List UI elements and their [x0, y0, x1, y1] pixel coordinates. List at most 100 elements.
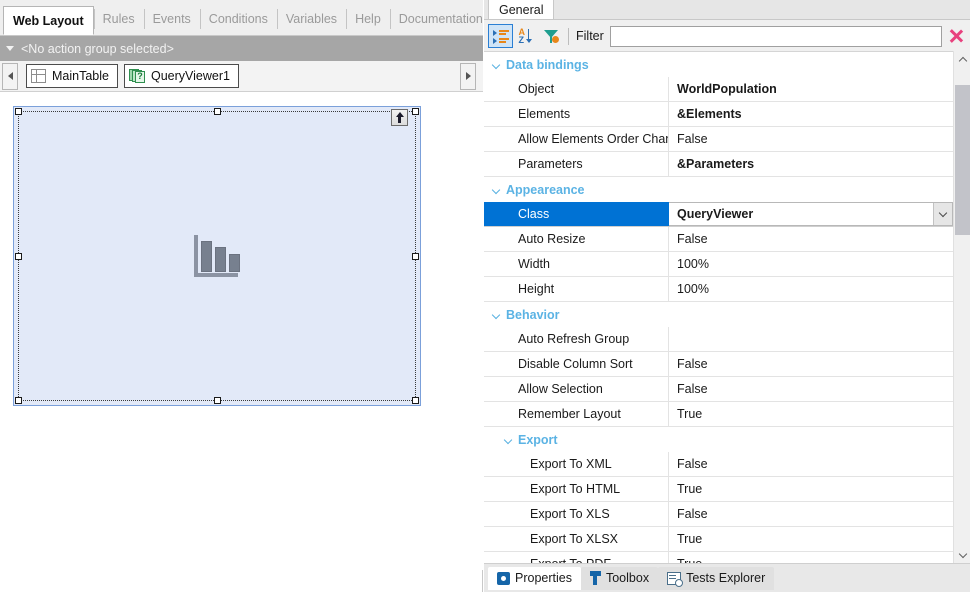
scroll-down-button[interactable] — [954, 546, 970, 563]
alphabetical-sort-icon: AZ — [518, 28, 534, 45]
properties-tab-general[interactable]: General — [488, 0, 555, 19]
alphabetical-sort-button[interactable]: AZ — [513, 24, 538, 48]
property-row[interactable]: Elements &Elements — [484, 102, 953, 127]
resize-handle-bottom-right[interactable] — [412, 397, 419, 404]
right-arrow-icon — [465, 72, 471, 80]
chevron-expanded-icon — [505, 436, 513, 444]
property-value-text: False — [677, 507, 708, 521]
property-grid-scrollbar[interactable] — [953, 51, 970, 563]
design-canvas[interactable] — [0, 92, 483, 570]
property-value[interactable]: &Elements — [669, 102, 953, 126]
property-value-text: WorldPopulation — [677, 82, 777, 96]
property-row[interactable]: Export To XLS False — [484, 502, 953, 527]
property-category-data-bindings[interactable]: Data bindings — [484, 52, 953, 77]
editor-tab-label: Help — [355, 12, 381, 26]
property-category-behavior[interactable]: Behavior — [484, 302, 953, 327]
property-category-export[interactable]: Export — [484, 427, 953, 452]
property-row[interactable]: Class QueryViewer — [484, 202, 953, 227]
property-category-appeareance[interactable]: Appeareance — [484, 177, 953, 202]
scroll-up-button[interactable] — [954, 51, 970, 68]
filter-label: Filter — [576, 29, 604, 43]
property-row[interactable]: Remember Layout True — [484, 402, 953, 427]
property-value[interactable]: False — [669, 452, 953, 476]
filter-toggle-button[interactable] — [538, 24, 563, 48]
element-chip-queryviewer1[interactable]: ? QueryViewer1 — [123, 64, 239, 88]
property-row[interactable]: Export To PDFTrue — [484, 552, 953, 563]
property-value[interactable]: QueryViewer — [669, 202, 953, 226]
property-row[interactable]: Export To XLSX True — [484, 527, 953, 552]
action-group-bar[interactable]: <No action group selected> — [0, 36, 483, 61]
property-value[interactable] — [669, 327, 953, 351]
editor-tab-variables[interactable]: Variables — [276, 6, 346, 32]
property-value[interactable]: False — [669, 502, 953, 526]
queryviewer-icon: ? — [128, 68, 145, 84]
property-value[interactable]: True — [669, 552, 953, 563]
property-row[interactable]: Allow Selection False — [484, 377, 953, 402]
editor-tab-conditions[interactable]: Conditions — [199, 6, 277, 32]
filter-input[interactable] — [609, 25, 942, 47]
property-value-dropdown-button[interactable] — [933, 203, 952, 225]
editor-tab-web-layout[interactable]: Web Layout — [3, 6, 94, 35]
property-value[interactable]: True — [669, 402, 953, 426]
property-value[interactable]: True — [669, 477, 953, 501]
resize-handle-bottom-left[interactable] — [15, 397, 22, 404]
dock-tab-label: Tests Explorer — [686, 571, 766, 585]
property-value[interactable]: &Parameters — [669, 152, 953, 176]
element-chip-maintable[interactable]: MainTable — [26, 64, 118, 88]
property-value[interactable]: False — [669, 352, 953, 376]
property-category-label: Data bindings — [506, 57, 589, 72]
dock-tab-toolbox[interactable]: Toolbox — [580, 566, 659, 590]
property-value[interactable]: False — [669, 127, 953, 151]
editor-tab-documentation[interactable]: Documentation — [389, 6, 492, 32]
resize-handle-middle-left[interactable] — [15, 252, 22, 260]
property-value[interactable]: False — [669, 377, 953, 401]
property-row[interactable]: Auto Resize False — [484, 227, 953, 252]
categorized-view-button[interactable] — [488, 24, 513, 48]
dock-tab-properties[interactable]: Properties — [488, 566, 581, 590]
editor-tab-events[interactable]: Events — [143, 6, 200, 32]
property-grid[interactable]: Data bindings Object WorldPopulation Elemen… — [484, 51, 970, 563]
dock-tab-tests-explorer[interactable]: Tests Explorer — [658, 566, 775, 590]
property-value[interactable]: False — [669, 227, 953, 251]
property-name: Class — [484, 202, 669, 226]
property-name: Object — [484, 77, 669, 101]
property-row[interactable]: Parameters &Parameters — [484, 152, 953, 177]
properties-toolbar: AZ Filter — [484, 21, 970, 51]
property-row[interactable]: Height 100% — [484, 277, 953, 302]
nav-scroll-right-button[interactable] — [460, 62, 476, 90]
property-row[interactable]: Export To HTML True — [484, 477, 953, 502]
chevron-expanded-icon — [493, 61, 501, 69]
editor-tab-help[interactable]: Help — [346, 6, 390, 32]
property-row[interactable]: Auto Refresh Group — [484, 327, 953, 352]
property-row[interactable]: Export To XML False — [484, 452, 953, 477]
editor-tab-rules[interactable]: Rules — [93, 6, 144, 32]
property-value[interactable]: True — [669, 527, 953, 551]
chevron-down-icon — [938, 208, 948, 217]
property-name: Export To XLSX — [484, 527, 669, 551]
property-value[interactable]: WorldPopulation — [669, 77, 953, 101]
close-panel-button[interactable] — [942, 23, 970, 49]
property-row[interactable]: Object WorldPopulation — [484, 77, 953, 102]
property-name: Elements — [484, 102, 669, 126]
property-value[interactable]: 100% — [669, 252, 953, 276]
property-row[interactable]: Allow Elements Order Chang False — [484, 127, 953, 152]
nav-scroll-left-button[interactable] — [2, 62, 18, 90]
resize-handle-top-right[interactable] — [412, 108, 419, 115]
properties-tab-label: General — [499, 2, 544, 17]
property-value-text: &Elements — [677, 107, 742, 121]
element-chip-label: MainTable — [52, 69, 109, 83]
move-up-arrow-button[interactable] — [391, 109, 408, 126]
left-arrow-icon — [7, 72, 13, 80]
wrench-icon — [589, 571, 601, 585]
property-value[interactable]: 100% — [669, 277, 953, 301]
property-row[interactable]: Disable Column Sort False — [484, 352, 953, 377]
property-row[interactable]: Width 100% — [484, 252, 953, 277]
queryviewer-control-selected[interactable] — [13, 106, 421, 406]
resize-handle-bottom-center[interactable] — [213, 397, 221, 404]
scrollbar-thumb[interactable] — [955, 85, 970, 235]
resize-handle-top-center[interactable] — [213, 108, 221, 115]
chevron-expanded-icon — [493, 186, 501, 194]
resize-handle-middle-right[interactable] — [412, 252, 419, 260]
resize-handle-top-left[interactable] — [15, 108, 22, 115]
property-name: Auto Resize — [484, 227, 669, 251]
